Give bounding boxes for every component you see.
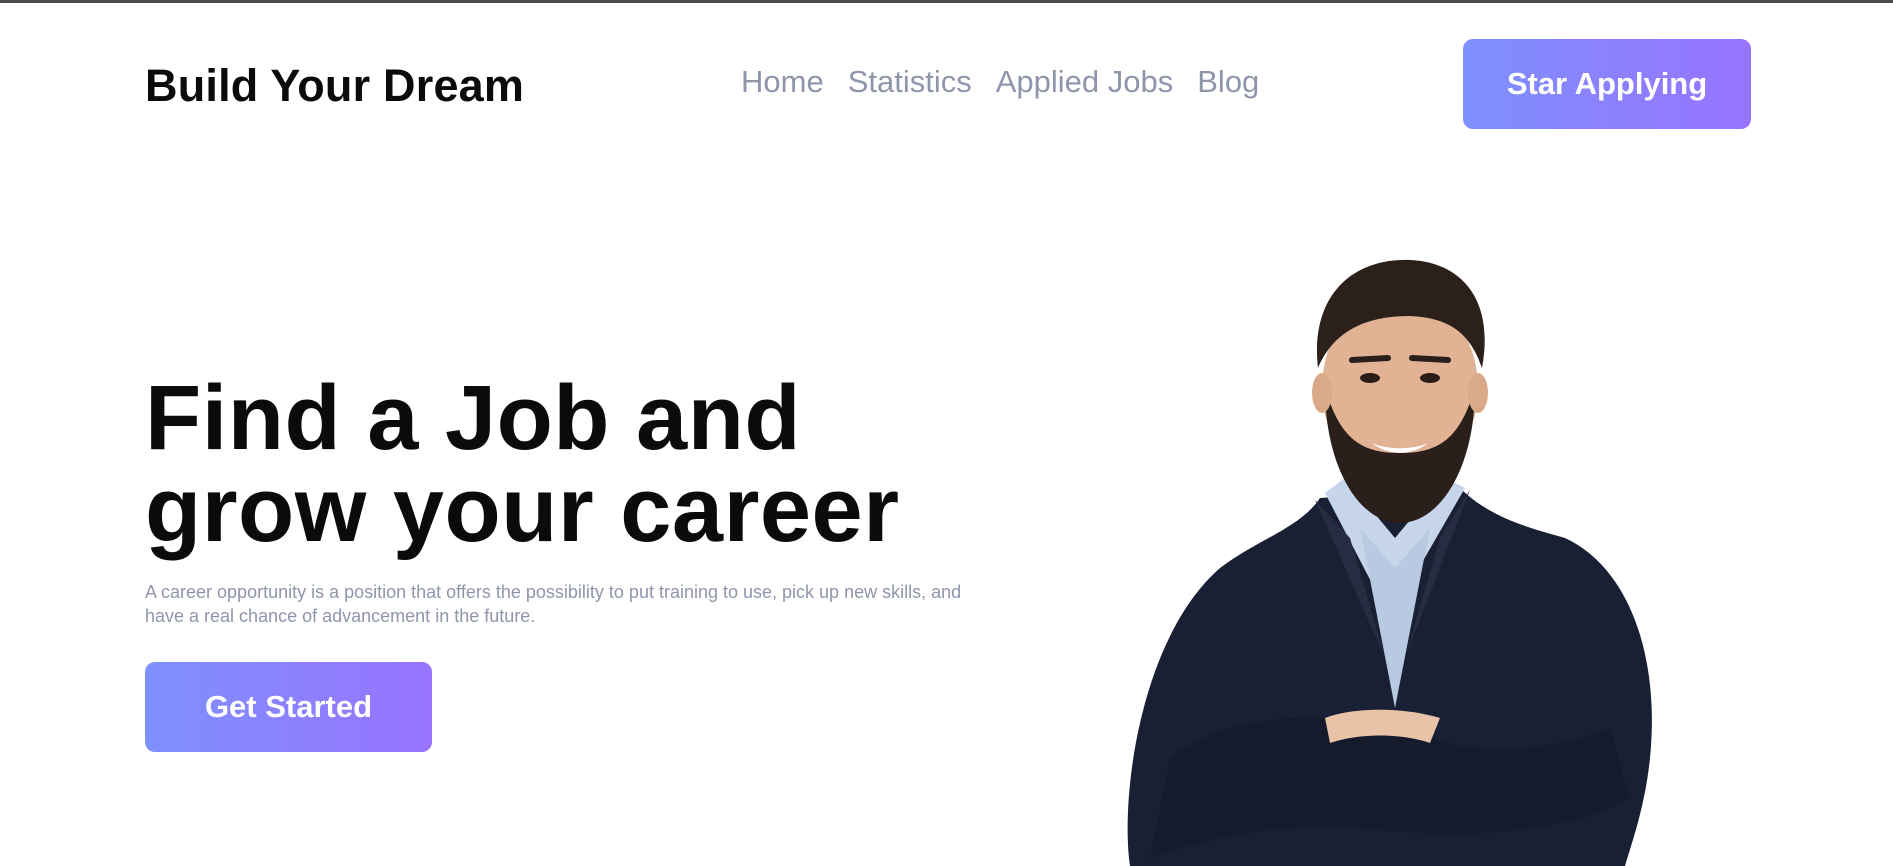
navbar: Build Your Dream Home Statistics Applied… [145,38,1751,130]
hero-title-line2: grow your career [145,459,900,561]
nav-item-applied-jobs[interactable]: Applied Jobs [996,64,1174,100]
hero-description: A career opportunity is a position that … [145,582,962,626]
hero-title: Find a Job and grow your career [145,372,900,556]
hero-title-line1: Find a Job and [145,367,802,469]
nav-item-statistics[interactable]: Statistics [848,64,972,100]
nav-menu: Home Statistics Applied Jobs Blog [741,64,1259,100]
star-applying-button[interactable]: Star Applying [1463,39,1751,129]
hero-person-image [1127,259,1652,866]
nav-item-blog[interactable]: Blog [1197,64,1259,100]
brand-title[interactable]: Build Your Dream [145,60,524,112]
get-started-button[interactable]: Get Started [145,662,432,752]
nav-item-home[interactable]: Home [741,64,824,100]
landing-page: Build Your Dream Home Statistics Applied… [0,0,1893,866]
top-border [0,0,1893,3]
